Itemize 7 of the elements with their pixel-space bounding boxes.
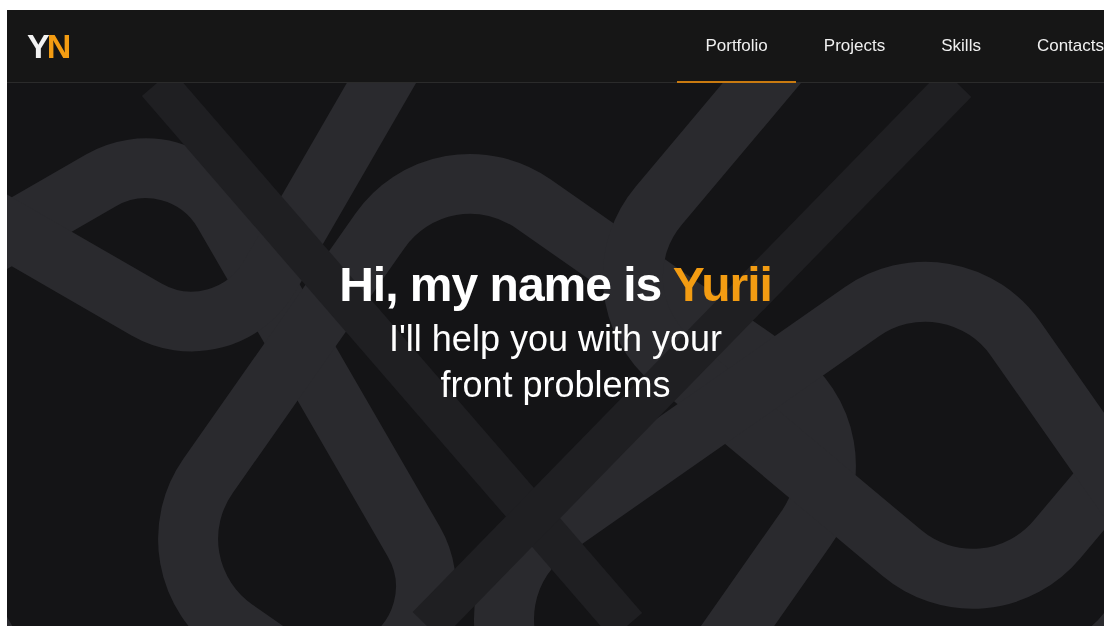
logo[interactable]: YN bbox=[27, 29, 69, 63]
subtitle-text: I'll help you with your front problems bbox=[387, 317, 723, 407]
greeting-text: Hi, my name is bbox=[339, 258, 662, 311]
nav-link[interactable]: Contacts bbox=[1008, 10, 1104, 83]
name-text: Yurii bbox=[672, 258, 772, 311]
nav-link[interactable]: Projects bbox=[795, 10, 914, 83]
nav-link[interactable]: Skills bbox=[913, 10, 1009, 83]
